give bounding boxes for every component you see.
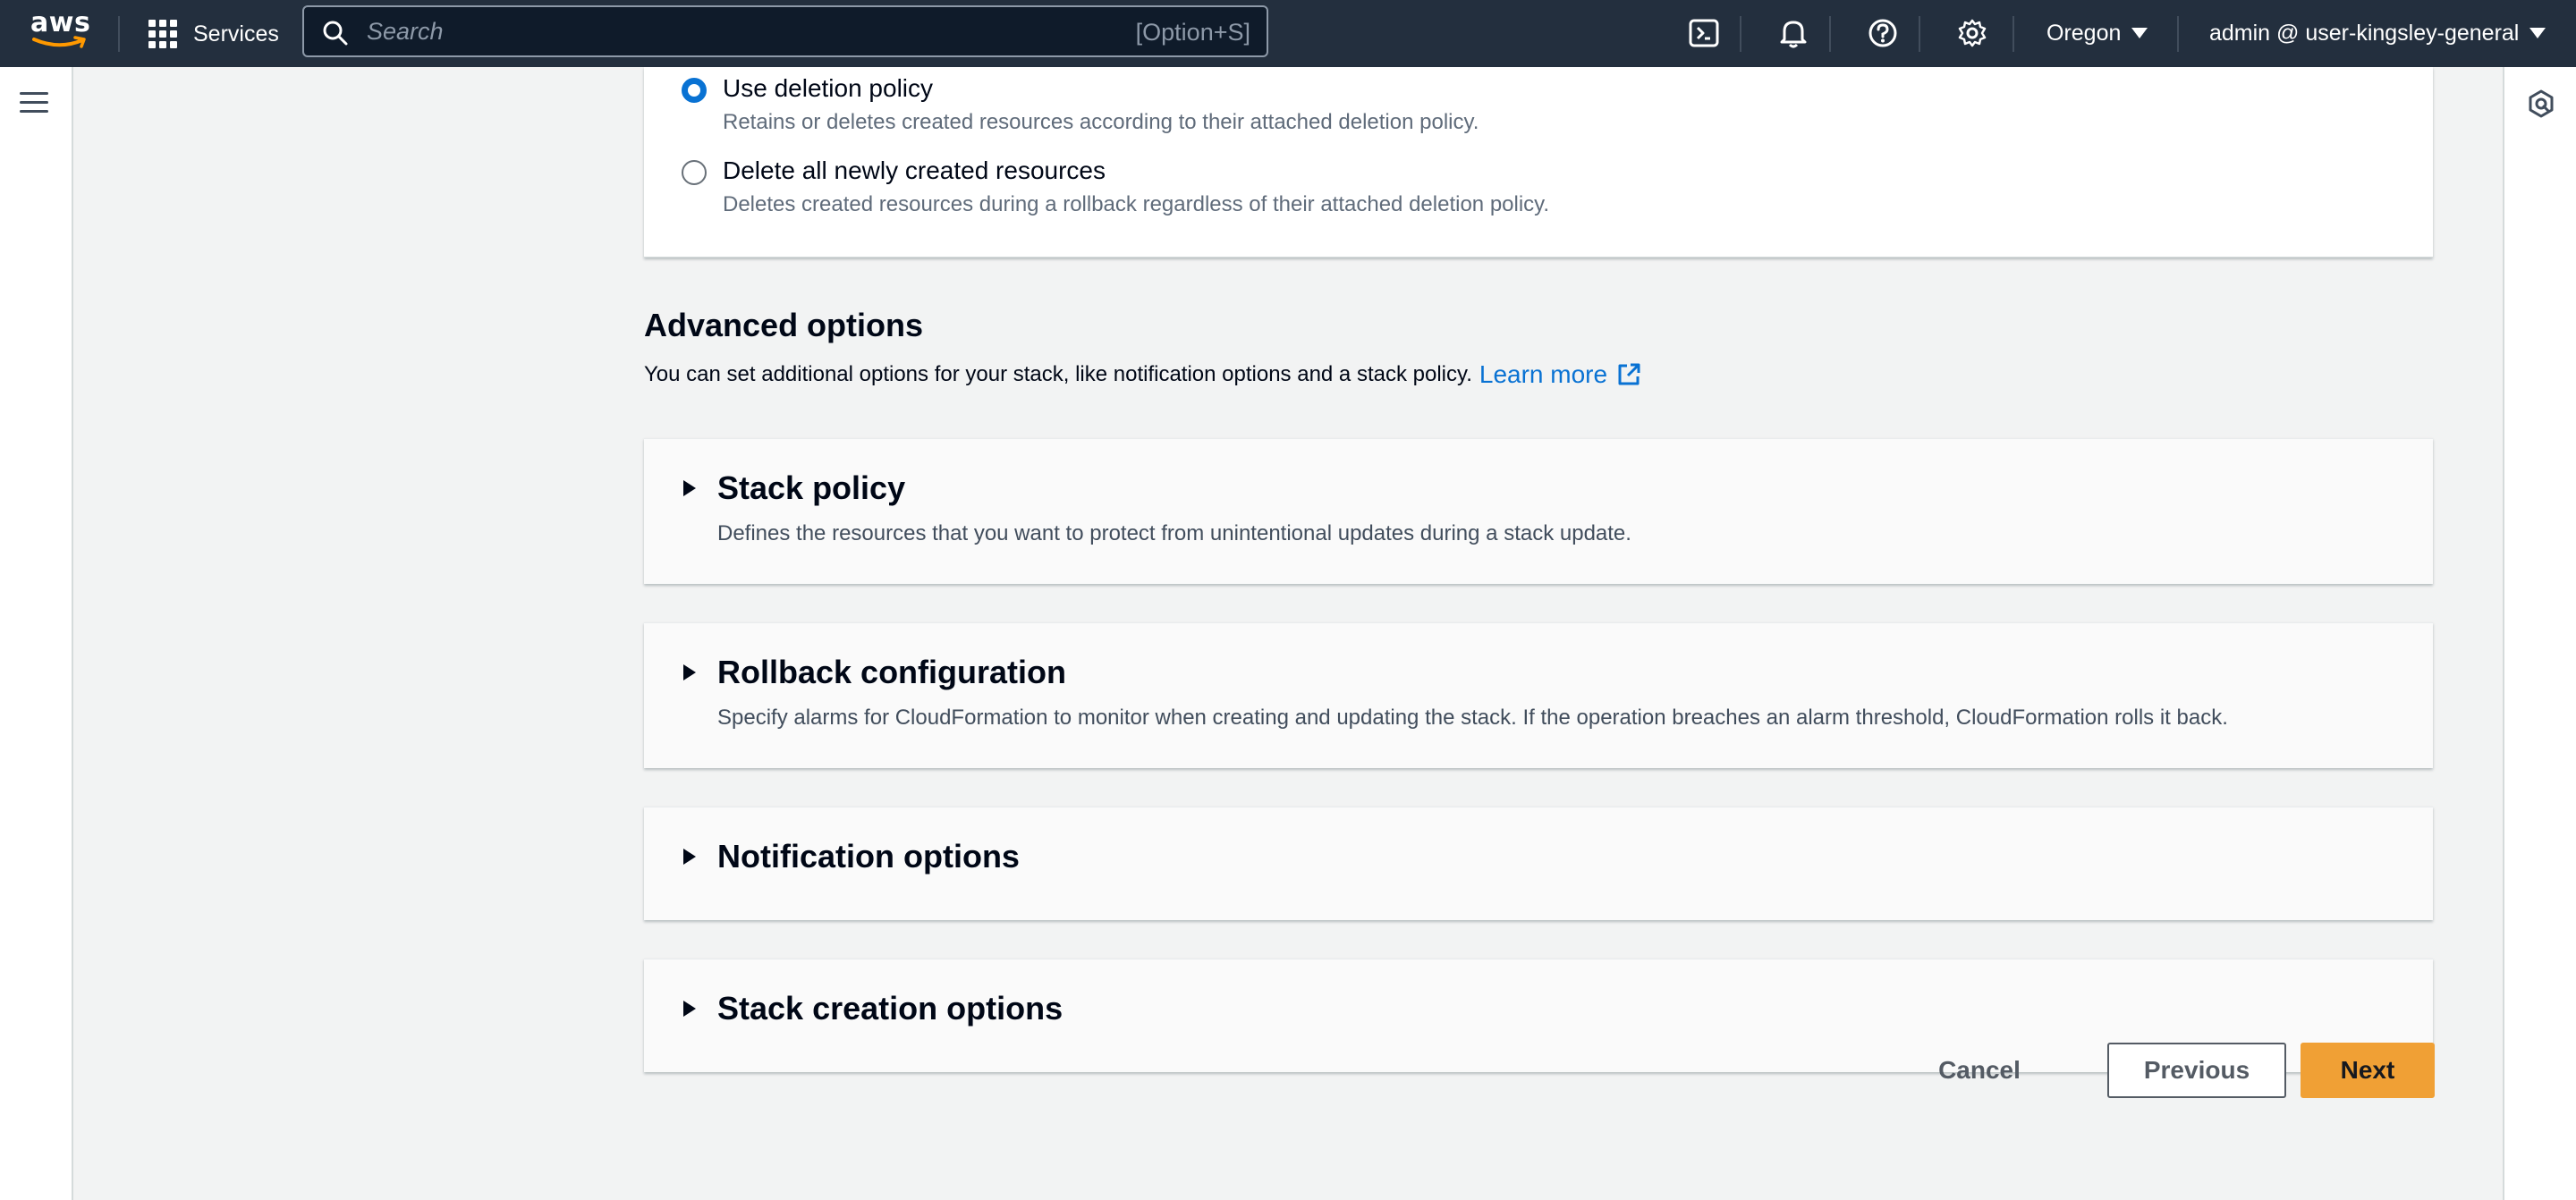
learn-more-link[interactable]: Learn more: [1479, 360, 1641, 389]
stack-creation-options-title: Stack creation options: [717, 990, 1063, 1027]
expandable-stack-policy[interactable]: Stack policy Defines the resources that …: [644, 438, 2433, 584]
nav-divider: [2012, 16, 2014, 52]
help-button[interactable]: [1862, 13, 1903, 54]
external-link-icon: [1618, 363, 1640, 385]
cloudshell-icon: [1689, 19, 1719, 47]
advanced-options-heading: Advanced options: [644, 307, 924, 343]
cloudshell-button[interactable]: [1683, 13, 1724, 54]
bell-icon: [1780, 21, 1807, 48]
radio-label: Delete all newly created resources: [723, 156, 1106, 184]
stack-policy-description: Defines the resources that you want to p…: [717, 521, 1631, 545]
aws-smile-icon: [32, 36, 86, 48]
top-navigation: aws Services [Option+S]: [0, 0, 2576, 67]
learn-more-label: Learn more: [1479, 360, 1608, 388]
services-label: Services: [193, 21, 279, 46]
services-grid-icon: [148, 20, 177, 48]
rollback-deletion-card: Use deletion policy Retains or deletes c…: [644, 67, 2433, 258]
nav-divider: [1829, 16, 1831, 52]
radio-description: Deletes created resources during a rollb…: [723, 192, 1550, 216]
caret-right-icon: [683, 664, 696, 680]
hexagon-tools-icon: [2529, 89, 2554, 118]
aws-logo-text: aws: [30, 7, 91, 38]
nav-divider: [2177, 16, 2179, 52]
advanced-options-description-text: You can set additional options for your …: [644, 362, 1472, 386]
tools-panel-button[interactable]: [2526, 89, 2556, 123]
services-menu-button[interactable]: Services: [148, 13, 279, 55]
advanced-options-description: You can set additional options for your …: [644, 360, 1641, 389]
previous-button[interactable]: Previous: [2107, 1043, 2286, 1098]
account-label: admin @ user-kingsley-general: [2209, 20, 2520, 46]
aws-logo[interactable]: aws: [30, 7, 91, 57]
search-box[interactable]: [Option+S]: [302, 5, 1268, 57]
nav-divider: [1919, 16, 1920, 52]
notifications-button[interactable]: [1773, 13, 1814, 54]
nav-divider: [1740, 16, 1741, 52]
caret-right-icon: [683, 480, 696, 496]
settings-button[interactable]: [1952, 13, 1993, 54]
caret-down-icon: [2131, 28, 2148, 38]
cancel-button[interactable]: Cancel: [1914, 1043, 2045, 1098]
next-button[interactable]: Next: [2301, 1043, 2435, 1098]
caret-right-icon: [683, 1001, 696, 1017]
help-icon: [1868, 19, 1897, 47]
expandable-notification-options[interactable]: Notification options: [644, 807, 2433, 920]
search-icon: [323, 21, 348, 46]
search-input[interactable]: [367, 7, 1082, 55]
menu-toggle-button[interactable]: [20, 90, 50, 115]
rollback-configuration-title: Rollback configuration: [717, 654, 1067, 690]
radio-unchecked-icon[interactable]: [682, 160, 707, 185]
radio-label: Use deletion policy: [723, 74, 934, 102]
radio-description: Retains or deletes created resources acc…: [723, 110, 1479, 134]
notification-options-title: Notification options: [717, 838, 1020, 875]
caret-right-icon: [683, 849, 696, 865]
caret-down-icon: [2529, 28, 2546, 38]
account-menu[interactable]: admin @ user-kingsley-general: [2209, 14, 2546, 52]
region-label: Oregon: [2046, 20, 2122, 46]
gear-icon: [1958, 19, 1987, 47]
right-side-rail: [2503, 67, 2576, 1200]
rollback-configuration-description: Specify alarms for CloudFormation to mon…: [717, 706, 2228, 730]
left-side-rail: [0, 67, 73, 1200]
expandable-rollback-configuration[interactable]: Rollback configuration Specify alarms fo…: [644, 622, 2433, 768]
region-selector[interactable]: Oregon: [2046, 14, 2148, 52]
stack-policy-title: Stack policy: [717, 469, 906, 506]
nav-divider: [118, 16, 120, 52]
main-content: Use deletion policy Retains or deletes c…: [75, 67, 2503, 1200]
radio-checked-icon[interactable]: [682, 78, 707, 103]
search-shortcut-hint: [Option+S]: [1135, 19, 1250, 46]
